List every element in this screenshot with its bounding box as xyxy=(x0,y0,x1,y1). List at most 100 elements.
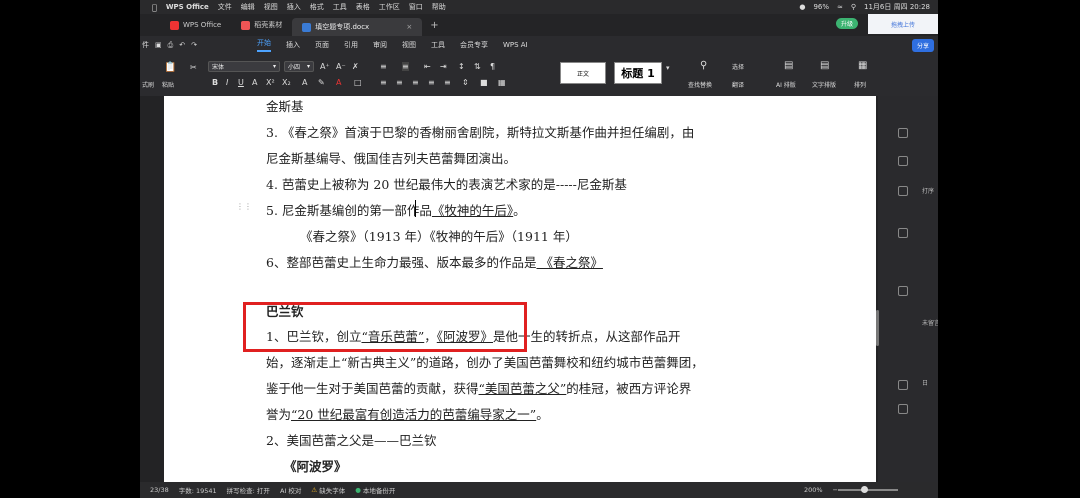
underline-icon[interactable]: U xyxy=(238,78,244,87)
font-family-select[interactable]: 宋体 ▾ xyxy=(208,61,280,72)
paragraph-drag-handle-icon[interactable]: ⋮⋮ xyxy=(236,202,252,211)
document-page[interactable]: 金斯基 3. 《春之祭》首演于巴黎的香榭丽舍剧院，斯特拉文斯基作曲并担任编剧，由尼… xyxy=(164,96,876,482)
tab-daoke[interactable]: 稻壳素材 xyxy=(231,14,292,36)
find-replace-button[interactable]: 查找替换 xyxy=(688,80,712,89)
tab-wps-office[interactable]: WPS Office xyxy=(160,14,231,36)
panel-toggle-icon[interactable] xyxy=(898,128,908,138)
save-icon[interactable]: ▣ xyxy=(155,41,162,49)
font-size-select[interactable]: 小四 ▾ xyxy=(284,61,314,72)
search-icon[interactable]: ⚲ xyxy=(851,3,856,11)
chinese-layout-icon[interactable]: ↕ xyxy=(458,62,465,71)
clear-format-icon[interactable]: ✗ xyxy=(352,62,359,71)
tab-review[interactable]: 审阅 xyxy=(373,40,387,50)
translate-button[interactable]: 翻译 xyxy=(732,80,744,89)
document-line[interactable]: 誉为“20 世纪最富有创造活力的芭蕾编导家之一”。 xyxy=(266,404,549,423)
shading-icon[interactable]: ■ xyxy=(480,78,488,87)
align-center-icon[interactable]: ≡ xyxy=(396,78,403,87)
menu-insert[interactable]: 插入 xyxy=(287,2,301,12)
subscript-icon[interactable]: X₂ xyxy=(282,78,291,87)
format-brush-button[interactable]: 式刷 xyxy=(142,80,154,89)
document-line[interactable]: 金斯基 xyxy=(266,96,304,115)
page-indicator[interactable]: 23/38 xyxy=(150,486,169,494)
menu-tools[interactable]: 工具 xyxy=(333,2,347,12)
line-spacing-icon[interactable]: ⇕ xyxy=(462,78,469,87)
tab-page[interactable]: 页面 xyxy=(315,40,329,50)
style-normal[interactable]: 正文 xyxy=(560,62,606,84)
char-border-icon[interactable]: □ xyxy=(354,78,362,87)
menu-view[interactable]: 视图 xyxy=(264,2,278,12)
superscript-icon[interactable]: X² xyxy=(266,78,275,87)
styles-more-icon[interactable]: ▾ xyxy=(666,64,670,72)
wechat-icon[interactable]: ● xyxy=(799,3,805,11)
close-icon[interactable]: × xyxy=(406,23,412,31)
tab-wps-ai[interactable]: WPS AI xyxy=(503,41,528,49)
paste-icon[interactable]: 📋 xyxy=(164,62,176,73)
text-effect-icon[interactable]: A xyxy=(302,78,307,87)
apple-icon[interactable]:  xyxy=(152,3,157,12)
highlight-icon[interactable]: ✎ xyxy=(318,78,325,87)
menu-table[interactable]: 表格 xyxy=(356,2,370,12)
increase-font-icon[interactable]: A⁺ xyxy=(320,62,330,71)
navigation-icon[interactable] xyxy=(898,186,908,196)
vertical-scrollbar[interactable] xyxy=(876,310,879,346)
redo-icon[interactable]: ↷ xyxy=(191,41,197,49)
select-button[interactable]: 选择 xyxy=(732,62,744,71)
missing-font-button[interactable]: 缺失字体 xyxy=(319,485,345,495)
ai-proofread-button[interactable]: AI 校对 xyxy=(280,485,301,495)
local-backup-status[interactable]: 本地备份开 xyxy=(363,485,396,495)
document-line[interactable]: 2、美国芭蕾之父是——巴兰钦 xyxy=(266,430,436,449)
indent-increase-icon[interactable]: ⇥ xyxy=(440,62,447,71)
sort-icon[interactable]: ⇅ xyxy=(474,62,481,71)
zoom-level[interactable]: 200% xyxy=(804,486,823,494)
document-line[interactable]: 《春之祭》（1913 年）《牧神的午后》（1911 年） xyxy=(300,226,578,245)
arrange-icon[interactable]: ▦ xyxy=(858,60,867,71)
share-button[interactable]: 分享 xyxy=(911,39,934,52)
tab-document[interactable]: 填空题专项.docx × xyxy=(292,18,423,36)
document-line[interactable]: 始，逐渐走上“新古典主义”的道路，创办了美国芭蕾舞校和纽约城市芭蕾舞团， xyxy=(266,352,704,371)
text-layout-icon[interactable]: ▤ xyxy=(820,60,829,71)
print-icon[interactable]: ⎙ xyxy=(168,41,174,50)
bullet-list-icon[interactable]: ≡ xyxy=(380,62,387,71)
italic-icon[interactable]: I xyxy=(226,78,228,87)
arrange-button[interactable]: 排列 xyxy=(854,80,866,89)
border-icon[interactable]: ▦ xyxy=(498,78,506,87)
style-heading-1[interactable]: 标题 1 xyxy=(614,62,662,84)
decrease-font-icon[interactable]: A⁻ xyxy=(336,62,346,71)
numbered-list-icon[interactable]: ≡ xyxy=(402,62,409,71)
menu-help[interactable]: 帮助 xyxy=(432,2,446,12)
wifi-icon[interactable]: ≈ xyxy=(837,3,843,11)
paste-button[interactable]: 粘贴 xyxy=(162,80,174,89)
text-layout-button[interactable]: 文字排版 xyxy=(812,80,836,89)
font-color-icon[interactable]: A xyxy=(336,78,341,87)
new-tab-icon[interactable]: + xyxy=(430,20,438,31)
document-line[interactable]: 鉴于他一生对于美国芭蕾的贡献，获得“美国芭蕾之父”的桂冠，被西方评论界 xyxy=(266,378,691,397)
file-menu[interactable]: 件 xyxy=(142,40,149,50)
zoom-slider[interactable] xyxy=(838,489,898,491)
justify-icon[interactable]: ≡ xyxy=(428,78,435,87)
zoom-slider-knob[interactable] xyxy=(861,486,868,493)
distribute-icon[interactable]: ≡ xyxy=(444,78,451,87)
document-line[interactable]: 4. 芭蕾史上被称为 20 世纪最伟大的表演艺术家的是-----尼金斯基 xyxy=(266,174,627,193)
document-line[interactable]: 6、整部芭蕾史上生命力最强、版本最多的作品是 《春之祭》 xyxy=(266,252,603,271)
tab-tools[interactable]: 工具 xyxy=(431,40,445,50)
word-count[interactable]: 字数: 19541 xyxy=(179,485,217,495)
tab-member[interactable]: 会员专享 xyxy=(460,40,488,50)
cut-icon[interactable]: ✂ xyxy=(190,63,197,72)
spell-check-status[interactable]: 拼写检查: 打开 xyxy=(227,485,270,495)
ai-layout-icon[interactable]: ▤ xyxy=(784,60,793,71)
document-line[interactable]: 5. 尼金斯基编创的第一部作品《牧神的午后》。 xyxy=(266,200,526,219)
upgrade-button[interactable]: 升级 xyxy=(835,18,858,29)
menu-file[interactable]: 文件 xyxy=(218,2,232,12)
bold-icon[interactable]: B xyxy=(212,78,218,87)
indent-decrease-icon[interactable]: ⇤ xyxy=(424,62,431,71)
cloud-upload-panel[interactable]: 拖拽上传 xyxy=(868,14,938,34)
tab-reference[interactable]: 引用 xyxy=(344,40,358,50)
menu-edit[interactable]: 编辑 xyxy=(241,2,255,12)
share-panel-icon[interactable] xyxy=(898,228,908,238)
document-line[interactable]: 《阿波罗》 xyxy=(284,456,347,475)
tab-insert[interactable]: 插入 xyxy=(286,40,300,50)
style-panel-icon[interactable] xyxy=(898,156,908,166)
search-icon[interactable]: ⚲ xyxy=(700,60,707,71)
align-left-icon[interactable]: ≡ xyxy=(380,78,387,87)
undo-icon[interactable]: ↶ xyxy=(179,41,185,49)
